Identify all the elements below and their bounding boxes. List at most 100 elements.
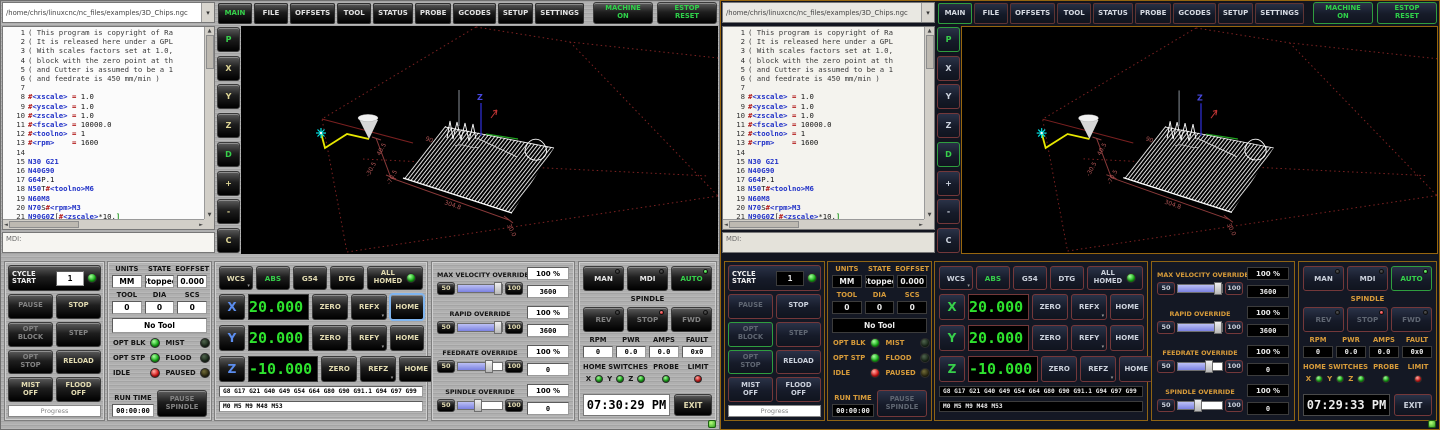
wcs-button[interactable]: WCS▾ — [219, 266, 253, 290]
cycle-counter[interactable]: 1 — [56, 271, 84, 286]
override-slider[interactable] — [457, 323, 503, 332]
exit-button[interactable]: EXIT — [674, 394, 712, 416]
menu-item-probe[interactable]: PROBE — [415, 3, 452, 24]
opt-block-button[interactable]: OPT BLOCK — [728, 322, 773, 347]
dtg-button[interactable]: DTG — [330, 266, 364, 290]
mdi-input[interactable]: MDI: — [2, 232, 215, 253]
dtg-button[interactable]: DTG — [1050, 266, 1084, 290]
g54-button[interactable]: G54 — [293, 266, 327, 290]
key-button-y[interactable]: Y — [217, 84, 240, 109]
gcode-editor[interactable]: 1( This program is copyright of Ra2( It … — [2, 26, 215, 230]
override-max-button[interactable]: 100 — [1225, 360, 1243, 373]
home-z-button[interactable]: HOME — [399, 356, 433, 382]
slider-thumb[interactable] — [1214, 321, 1222, 334]
file-path-combo[interactable]: /home/chris/linuxcnc/nc_files/examples/3… — [722, 2, 935, 23]
spindle-fwd-button[interactable]: FWD — [671, 307, 712, 332]
mist-off-button[interactable]: MIST OFF — [8, 377, 53, 402]
override-slider[interactable] — [457, 401, 503, 410]
opt-block-button[interactable]: OPT BLOCK — [8, 322, 53, 347]
key-button-d[interactable]: D — [217, 142, 240, 167]
ref-z-button[interactable]: REFZ▾ — [1080, 356, 1116, 382]
menu-item-settings[interactable]: SETTINGS — [1255, 3, 1304, 24]
slider-thumb[interactable] — [1214, 282, 1222, 295]
override-min-button[interactable]: 50 — [1157, 282, 1175, 295]
vertical-scroll-thumb[interactable] — [926, 35, 934, 69]
ref-x-button[interactable]: REFX▾ — [351, 294, 387, 320]
zero-x-button[interactable]: ZERO — [312, 294, 348, 320]
menu-item-settings[interactable]: SETTINGS — [535, 3, 584, 24]
scroll-down-icon[interactable]: ▼ — [927, 211, 933, 219]
key-button-p[interactable]: P — [217, 27, 240, 52]
spindle-rev-button[interactable]: REV — [583, 307, 624, 332]
menu-item-status[interactable]: STATUS — [1093, 3, 1133, 24]
mode-auto-button[interactable]: AUTO — [1391, 266, 1432, 291]
pause-spindle-button[interactable]: PAUSE SPINDLE — [157, 390, 207, 417]
override-slider[interactable] — [1177, 284, 1223, 293]
menu-item-file[interactable]: FILE — [974, 3, 1008, 24]
wcs-button[interactable]: WCS▾ — [939, 266, 973, 290]
machine-on-button[interactable]: MACHINE ON — [593, 2, 653, 24]
key-button-x[interactable]: X — [937, 56, 960, 81]
override-max-button[interactable]: 100 — [1225, 282, 1243, 295]
key-button-y[interactable]: Y — [937, 84, 960, 109]
key-button-c[interactable]: C — [217, 228, 240, 253]
override-min-button[interactable]: 50 — [437, 399, 455, 412]
slider-thumb[interactable] — [485, 360, 493, 373]
all-homed-button[interactable]: ALL HOMED — [1087, 266, 1143, 290]
home-z-button[interactable]: HOME — [1119, 356, 1153, 382]
menu-item-status[interactable]: STATUS — [373, 3, 413, 24]
menu-item-setup[interactable]: SETUP — [1218, 3, 1253, 24]
step-button[interactable]: STEP — [776, 322, 821, 347]
reload-button[interactable]: RELOAD — [776, 350, 821, 375]
flood-off-button[interactable]: FLOOD OFF — [56, 377, 101, 402]
estop-reset-button[interactable]: ESTOP RESET — [1377, 2, 1437, 24]
menu-item-gcodes[interactable]: GCODES — [1173, 3, 1215, 24]
menu-item-file[interactable]: FILE — [254, 3, 288, 24]
ref-x-button[interactable]: REFX▾ — [1071, 294, 1107, 320]
menu-item-tool[interactable]: TOOL — [337, 3, 371, 24]
slider-thumb[interactable] — [1205, 360, 1213, 373]
spindle-stop-button[interactable]: STOP — [1347, 307, 1388, 332]
reload-button[interactable]: RELOAD — [56, 350, 101, 375]
horizontal-scroll-thumb[interactable] — [9, 221, 79, 228]
toolpath-preview[interactable]: Z 40.5-30.5-70.590304.830.0 — [961, 26, 1438, 254]
home-y-button[interactable]: HOME — [1110, 325, 1144, 351]
spindle-fwd-button[interactable]: FWD — [1391, 307, 1432, 332]
override-min-button[interactable]: 50 — [1157, 399, 1175, 412]
exit-button[interactable]: EXIT — [1394, 394, 1432, 416]
menu-item-main[interactable]: MAIN — [938, 3, 972, 24]
override-slider[interactable] — [1177, 362, 1223, 371]
g54-button[interactable]: G54 — [1013, 266, 1047, 290]
slider-thumb[interactable] — [494, 282, 502, 295]
key-button-plus[interactable]: + — [937, 171, 960, 196]
toolpath-preview[interactable]: Z 40.5-30.5-70.590304.830.0 — [241, 26, 718, 254]
gcode-editor[interactable]: 1( This program is copyright of Ra2( It … — [722, 26, 935, 230]
vertical-scroll-thumb[interactable] — [206, 35, 214, 69]
estop-reset-button[interactable]: ESTOP RESET — [657, 2, 717, 24]
key-button-p[interactable]: P — [937, 27, 960, 52]
horizontal-scrollbar[interactable]: ◄ ► — [3, 219, 204, 229]
mode-man-button[interactable]: MAN — [1303, 266, 1344, 291]
axis-select-x[interactable]: X — [219, 294, 245, 320]
opt-stop-button[interactable]: OPT STOP — [8, 350, 53, 375]
spindle-rev-button[interactable]: REV — [1303, 307, 1344, 332]
key-button-z[interactable]: Z — [937, 113, 960, 138]
stop-button[interactable]: STOP — [56, 294, 101, 319]
flood-off-button[interactable]: FLOOD OFF — [776, 377, 821, 402]
vertical-scrollbar[interactable]: ▲ ▼ — [924, 27, 934, 219]
ref-y-button[interactable]: REFY▾ — [1071, 325, 1107, 351]
override-max-button[interactable]: 100 — [505, 321, 523, 334]
zero-y-button[interactable]: ZERO — [312, 325, 348, 351]
mode-auto-button[interactable]: AUTO — [671, 266, 712, 291]
key-button-d[interactable]: D — [937, 142, 960, 167]
key-button-plus[interactable]: + — [217, 171, 240, 196]
mist-off-button[interactable]: MIST OFF — [728, 377, 773, 402]
slider-thumb[interactable] — [494, 321, 502, 334]
abs-button[interactable]: ABS — [256, 266, 290, 290]
menu-item-offsets[interactable]: OFFSETS — [290, 3, 335, 24]
opt-stop-button[interactable]: OPT STOP — [728, 350, 773, 375]
home-x-button[interactable]: HOME — [390, 294, 424, 320]
axis-select-z[interactable]: Z — [939, 356, 965, 382]
override-min-button[interactable]: 50 — [437, 282, 455, 295]
override-max-button[interactable]: 100 — [505, 282, 523, 295]
